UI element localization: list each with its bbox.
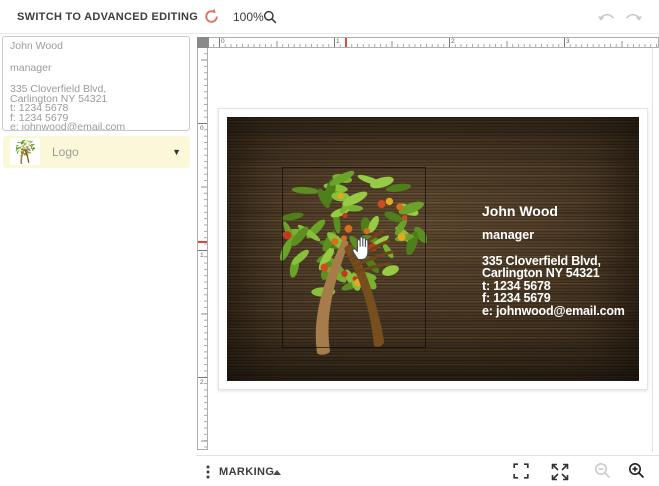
zoom-level-value: 100% [233, 10, 264, 24]
magnifier-icon[interactable] [263, 10, 277, 24]
card-address-line: e: johnwood@email.com [482, 303, 625, 318]
contact-details-field[interactable]: John Wood manager 335 Cloverfield Blvd, … [2, 36, 190, 131]
card-name: John Wood [482, 203, 558, 219]
card-title: manager [482, 228, 535, 242]
ruler-cursor-marker-horizontal [345, 38, 347, 47]
ruler-number: 2 [451, 38, 455, 45]
ruler-number: 1 [200, 252, 204, 259]
ruler-number: 1 [336, 38, 340, 45]
ruler-number: 3 [566, 38, 570, 45]
zoom-in-icon[interactable] [628, 462, 647, 481]
redo-icon[interactable] [624, 9, 643, 24]
contact-address-line: e: johnwood@email.com [10, 121, 126, 131]
ruler-cursor-marker-vertical [198, 241, 207, 243]
card-address-line: Carlington NY 54321 [482, 266, 600, 281]
top-toolbar: SWITCH TO ADVANCED EDITING 100% [0, 0, 659, 34]
switch-to-advanced-editing-button[interactable]: SWITCH TO ADVANCED EDITING [17, 0, 198, 33]
refresh-icon[interactable] [203, 8, 220, 25]
canvas-right-edge [652, 48, 653, 452]
contact-name: John Wood [10, 40, 63, 52]
chevron-down-icon[interactable]: ▼ [172, 136, 181, 168]
contact-title: manager [10, 62, 52, 74]
horizontal-ruler: 0 1 2 3 [197, 37, 659, 48]
caret-up-icon[interactable] [273, 470, 281, 475]
undo-icon[interactable] [597, 9, 616, 24]
logo-thumbnail [10, 138, 40, 165]
business-card-editor: SWITCH TO ADVANCED EDITING 100% John Woo… [0, 0, 659, 486]
business-card-preview[interactable]: John Wood manager 335 Cloverfield Blvd, … [218, 108, 648, 390]
logo-dropdown-label: Logo [52, 145, 79, 159]
marking-toggle[interactable]: MARKING [219, 456, 274, 486]
bottom-toolbar: MARKING [196, 455, 659, 486]
ruler-number: 0 [221, 38, 225, 45]
expand-icon[interactable] [550, 462, 569, 481]
logo-dropdown[interactable]: Logo ▼ [3, 136, 190, 168]
ruler-corner [197, 37, 209, 48]
ruler-number: 0 [200, 125, 204, 132]
card-wood-background: John Wood manager 335 Cloverfield Blvd, … [227, 117, 639, 381]
card-address: 335 Cloverfield Blvd, Carlington NY 5432… [482, 255, 625, 318]
kebab-icon[interactable] [206, 465, 210, 479]
zoom-out-icon [594, 462, 613, 481]
vertical-ruler: 0 1 2 [197, 48, 208, 450]
card-address-line: f: 1234 5679 [482, 291, 551, 306]
hand-cursor-icon [351, 235, 373, 261]
ruler-number: 2 [200, 379, 204, 386]
fullscreen-icon[interactable] [512, 462, 531, 481]
